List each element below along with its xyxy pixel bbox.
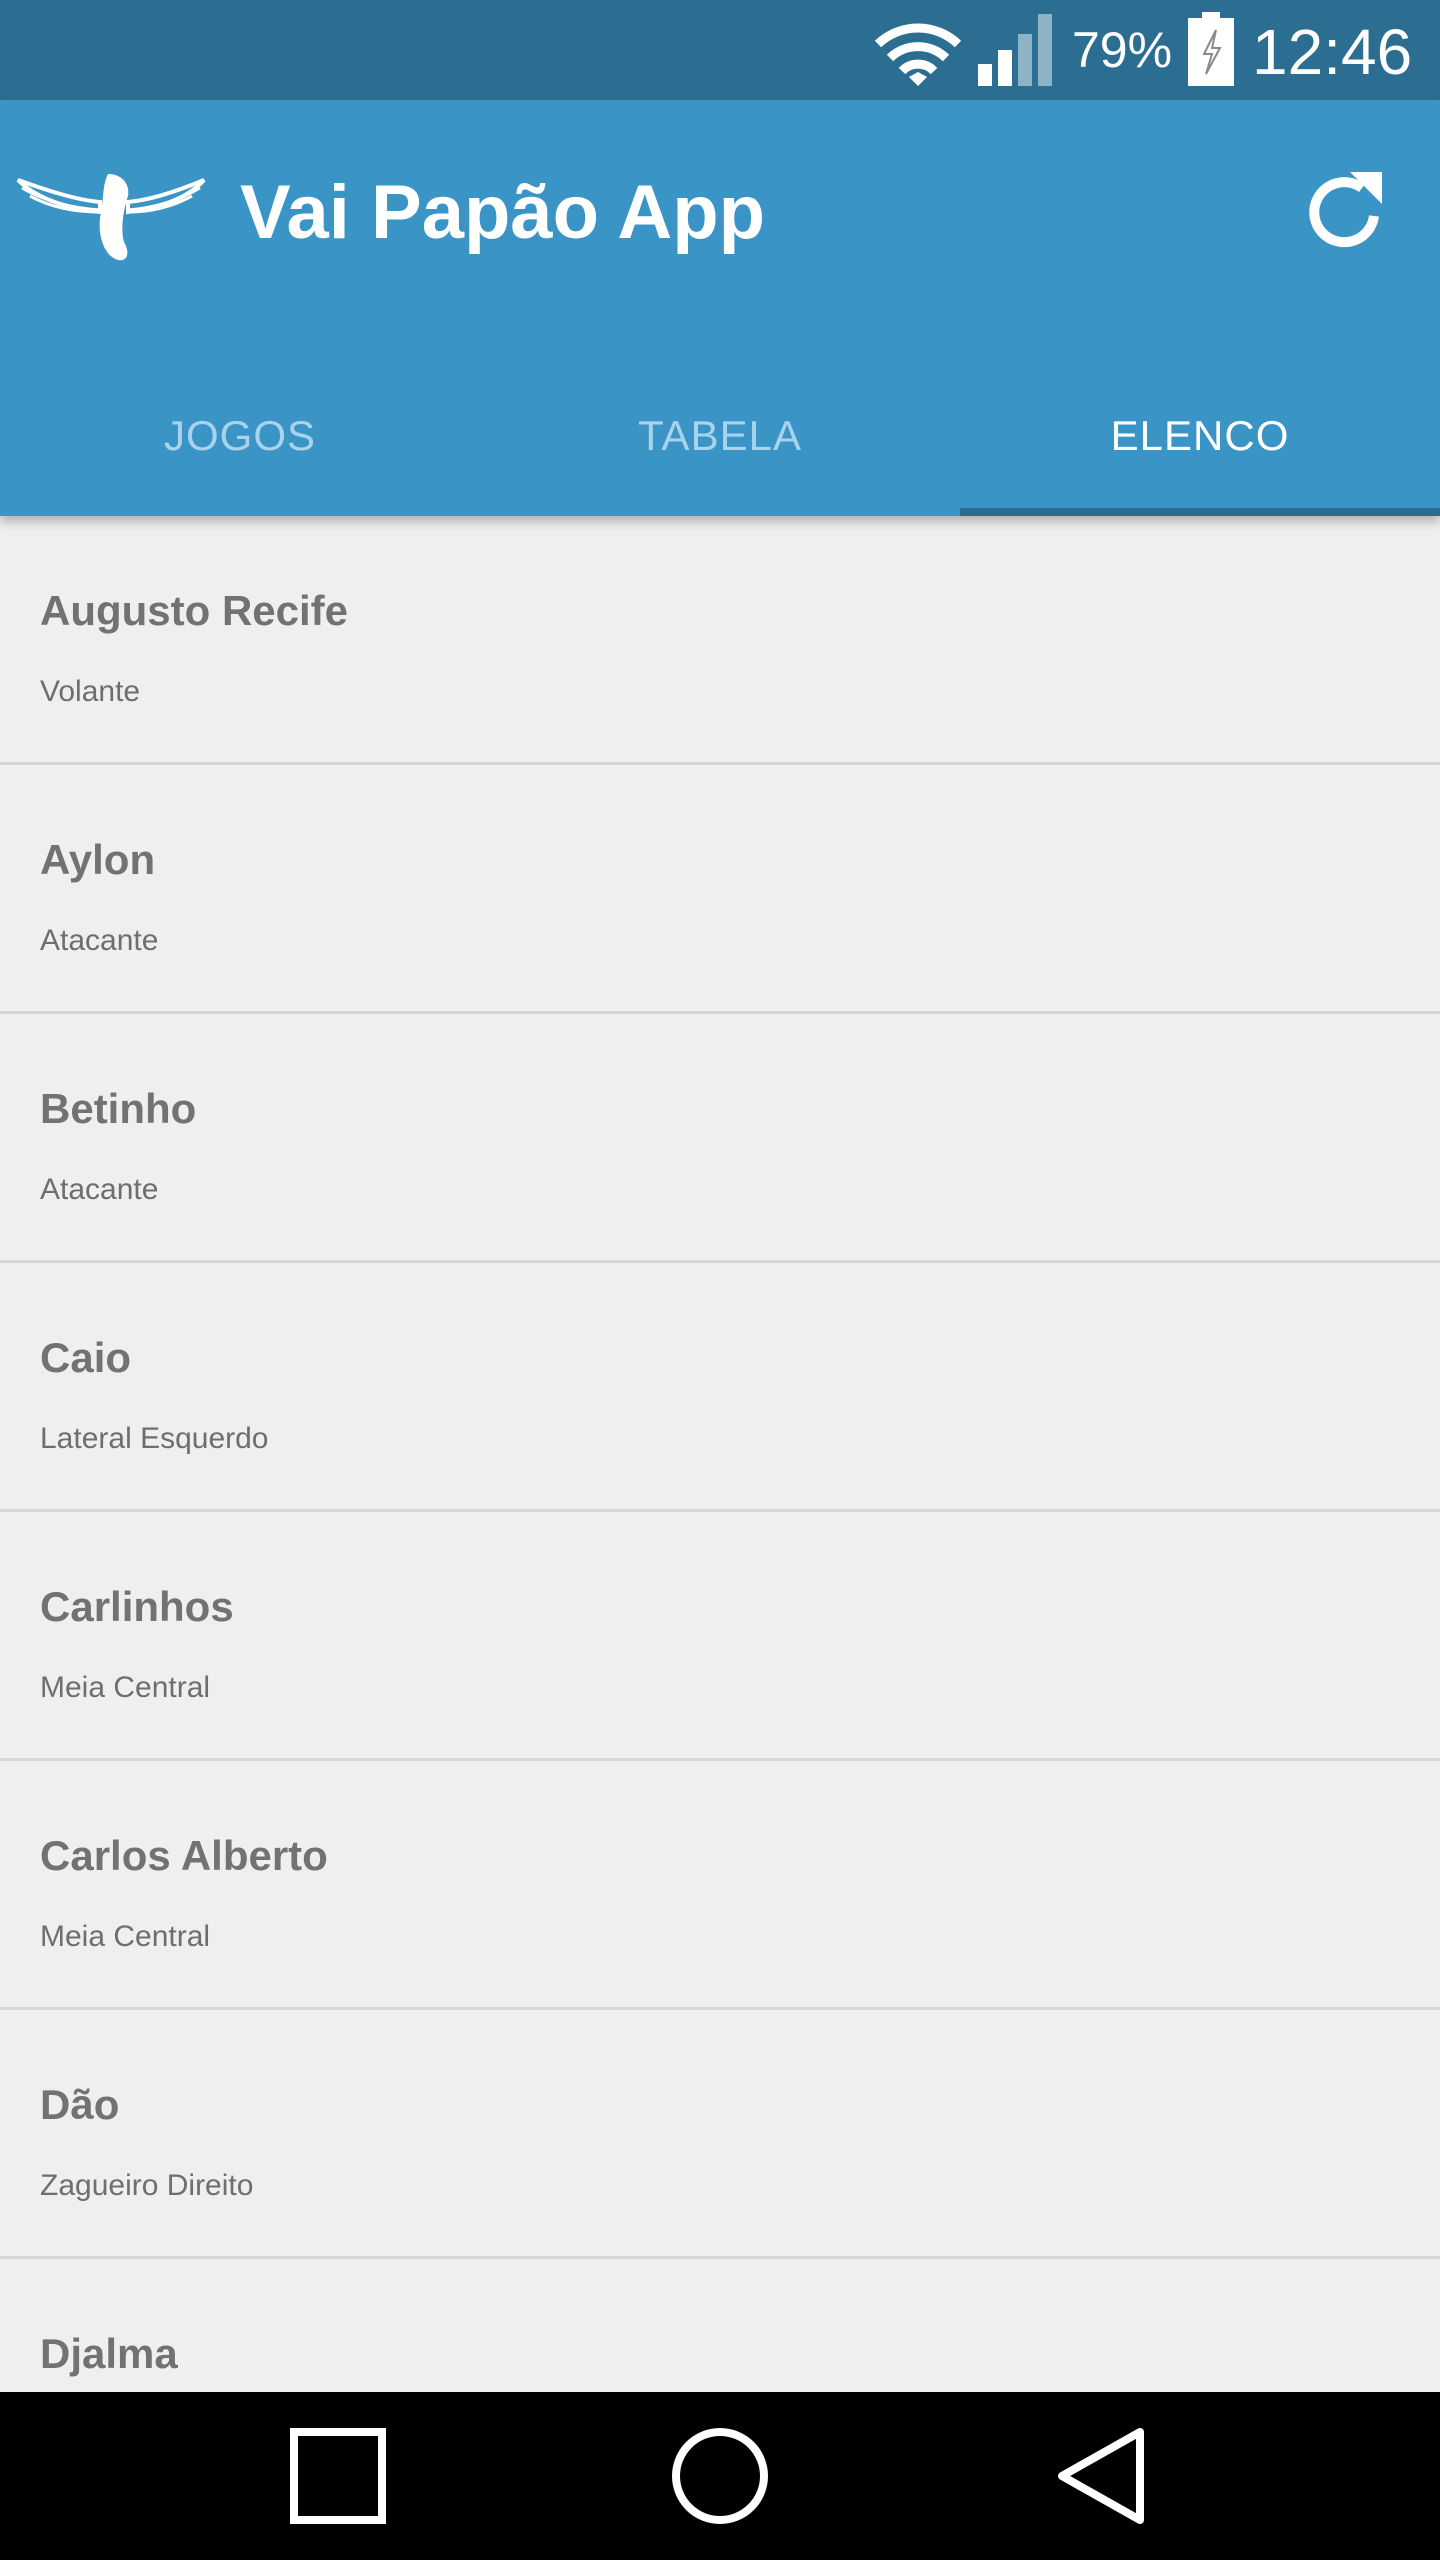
- list-item[interactable]: Caio Lateral Esquerdo: [0, 1263, 1440, 1512]
- player-position: Atacante: [40, 924, 159, 957]
- player-position: Meia Central: [40, 1671, 211, 1704]
- back-triangle-icon[interactable]: [1054, 2426, 1154, 2526]
- battery-charging-icon: [1188, 12, 1234, 86]
- navigation-bar: [0, 2392, 1440, 2560]
- tab-elenco[interactable]: ELENCO: [960, 356, 1440, 516]
- tab-tabela[interactable]: TABELA: [480, 356, 960, 516]
- tab-label: JOGOS: [163, 412, 317, 459]
- tab-bar: JOGOS TABELA ELENCO: [0, 356, 1440, 516]
- recents-square-icon[interactable]: [288, 2426, 388, 2526]
- player-list[interactable]: Augusto Recife Volante Aylon Atacante Be…: [0, 516, 1440, 2392]
- player-position: Meia Central: [40, 1920, 211, 1953]
- player-position: Lateral Esquerdo: [40, 1422, 269, 1455]
- player-position: Atacante: [40, 1173, 159, 1206]
- list-item[interactable]: Betinho Atacante: [0, 1014, 1440, 1263]
- status-bar: 79% 12:46: [0, 0, 1440, 100]
- list-item[interactable]: Djalma: [0, 2259, 1440, 2392]
- tab-jogos[interactable]: JOGOS: [0, 356, 480, 516]
- player-name: Betinho: [40, 1085, 197, 1132]
- player-name: Djalma: [40, 2330, 178, 2377]
- list-item[interactable]: Carlinhos Meia Central: [0, 1512, 1440, 1761]
- battery-percentage: 79%: [1072, 22, 1173, 78]
- tab-active-indicator: [960, 508, 1440, 516]
- tab-label: TABELA: [638, 412, 802, 459]
- wifi-icon: [874, 23, 962, 86]
- list-item[interactable]: Dão Zagueiro Direito: [0, 2010, 1440, 2259]
- player-name: Dão: [40, 2081, 120, 2128]
- player-name: Carlinhos: [40, 1583, 234, 1630]
- winged-foot-logo: [16, 174, 206, 261]
- signal-icon: [978, 14, 1052, 86]
- home-circle-icon[interactable]: [670, 2426, 770, 2526]
- clock: 12:46: [1252, 16, 1413, 88]
- player-position: Volante: [40, 675, 141, 708]
- player-name: Caio: [40, 1334, 132, 1381]
- app-bar: Vai Papão App JOGOS TABELA ELENCO: [0, 100, 1440, 516]
- player-position: Zagueiro Direito: [40, 2169, 254, 2202]
- player-name: Carlos Alberto: [40, 1832, 328, 1879]
- list-item[interactable]: Augusto Recife Volante: [0, 516, 1440, 765]
- list-item[interactable]: Aylon Atacante: [0, 765, 1440, 1014]
- refresh-icon[interactable]: [1296, 164, 1392, 260]
- tab-label: ELENCO: [1110, 412, 1290, 459]
- list-item[interactable]: Carlos Alberto Meia Central: [0, 1761, 1440, 2010]
- player-name: Augusto Recife: [40, 587, 349, 634]
- player-name: Aylon: [40, 836, 156, 883]
- app-title: Vai Papão App: [240, 170, 766, 255]
